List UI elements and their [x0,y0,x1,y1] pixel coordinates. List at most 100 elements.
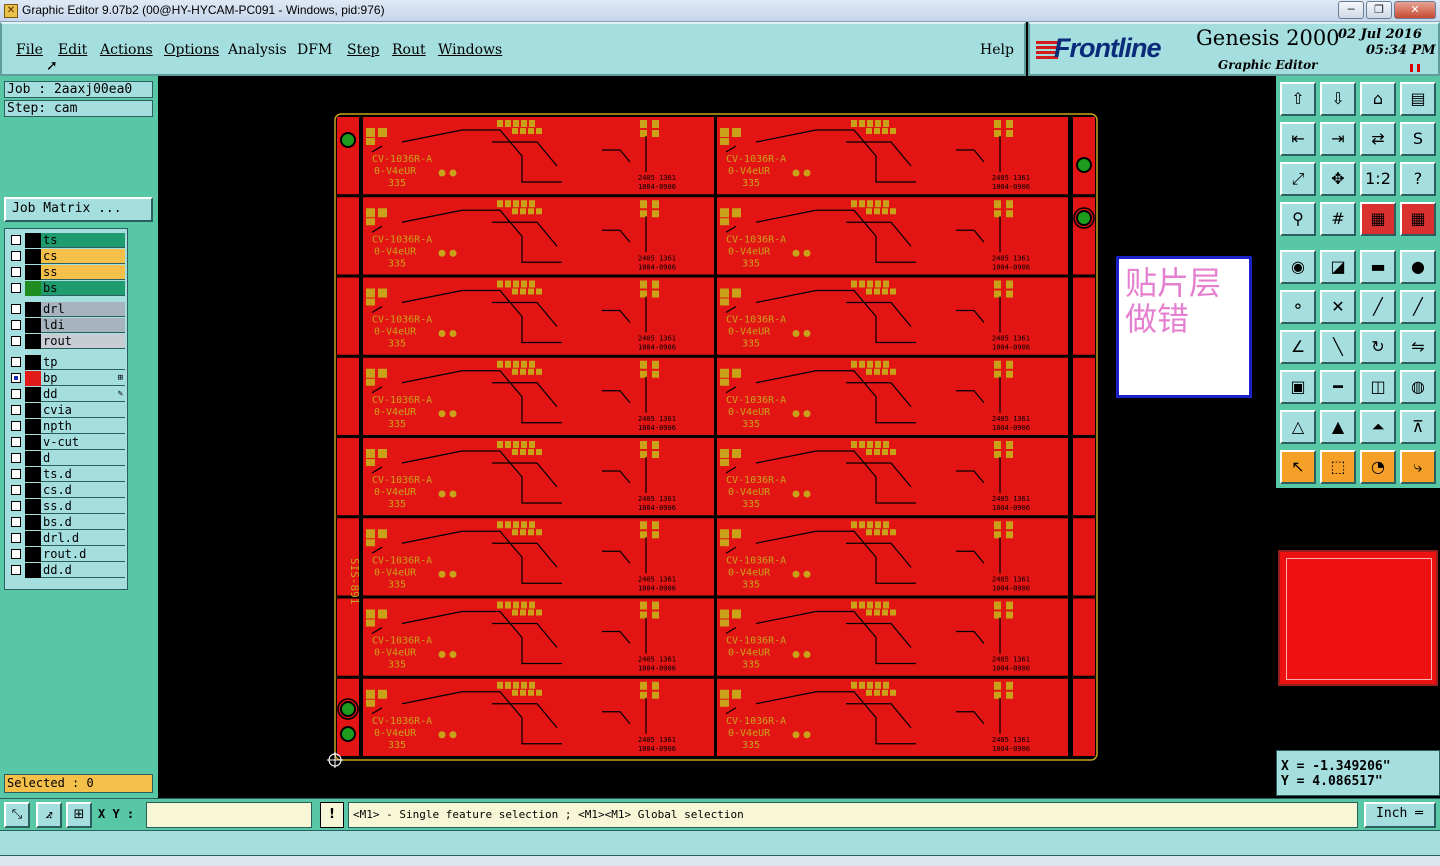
help-icon[interactable]: ? [1400,162,1436,196]
measure-icon[interactable]: ⚲ [1280,202,1316,236]
layer-name[interactable]: cvia [41,403,125,418]
layer-checkbox[interactable] [11,320,21,330]
menu-dfm[interactable]: DFM [297,42,332,58]
layer-name[interactable]: rout.d [41,547,125,562]
layer-checkbox[interactable] [11,251,21,261]
layer-name[interactable]: bs [41,281,125,296]
blob-icon[interactable]: ◍ [1400,370,1436,404]
layer-row-dd[interactable]: dd ✎ [7,387,125,402]
message-alert-icon[interactable]: ! [320,802,344,828]
layer-color-swatch[interactable] [25,563,41,578]
menu-file[interactable]: File [16,42,43,58]
zoom-box-icon[interactable]: ⤡ [4,802,30,828]
layer-name[interactable]: ldi [41,318,125,333]
layer-row-d[interactable]: d [7,451,125,466]
layer-name[interactable]: ts.d [41,467,125,482]
menu-rout[interactable]: Rout [392,42,426,58]
s-route-icon[interactable]: S [1400,122,1436,156]
layer-checkbox[interactable] [11,469,21,479]
layer-name[interactable]: cs [41,249,125,264]
line-bar-icon[interactable]: ━ [1320,370,1356,404]
cross-icon[interactable]: ✕ [1320,290,1356,324]
house-icon[interactable]: ⌂ [1360,82,1396,116]
zoom-center-icon[interactable]: ✥ [1320,162,1356,196]
menu-edit[interactable]: Edit [58,42,87,58]
layer-name[interactable]: drl [41,302,125,317]
layer-row-v-cut[interactable]: v-cut [7,435,125,450]
save-icon[interactable]: ⇩ [1320,82,1356,116]
layer-row-npth[interactable]: npth [7,419,125,434]
graphics-canvas[interactable]: SIS-891 CV-1036R-A 0-V4eUR 335 2405 1361 1004… [158,76,1276,798]
layer-name[interactable]: ts [41,233,125,248]
layer-checkbox[interactable] [11,565,21,575]
menu-analysis[interactable]: Analysis [228,42,287,58]
xy-input[interactable] [146,802,312,828]
layer-color-swatch[interactable] [25,483,41,498]
layer-row-ss[interactable]: ss [7,265,125,280]
tri-icon[interactable]: △ [1280,410,1316,444]
layer-row-bs.d[interactable]: bs.d [7,515,125,530]
grid-icon[interactable]: # [1320,202,1356,236]
layer-checkbox[interactable] [11,517,21,527]
box-center-icon[interactable]: ◫ [1360,370,1396,404]
fit-all-icon[interactable]: ⤢ [1280,162,1316,196]
layer-name[interactable]: bp ⊞ [41,371,125,386]
unit-selector[interactable]: Inch ═ [1364,802,1436,828]
tri3-icon[interactable]: ⏶ [1360,410,1396,444]
line-red2-icon[interactable]: ╱ [1400,290,1436,324]
layer-color-swatch[interactable] [25,302,41,317]
window-split-icon[interactable]: ▤ [1400,82,1436,116]
layer-row-dd.d[interactable]: dd.d [7,563,125,578]
layer-checkbox[interactable] [11,421,21,431]
snap-center-icon[interactable]: ◉ [1280,250,1316,284]
layer-color-swatch[interactable] [25,403,41,418]
layer-color-swatch[interactable] [25,435,41,450]
layer-row-ldi[interactable]: ldi [7,318,125,333]
layer-checkbox[interactable] [11,336,21,346]
layer-checkbox[interactable] [11,485,21,495]
layer-name[interactable]: drl.d [41,531,125,546]
ruler-icon[interactable]: ▬ [1360,250,1396,284]
layer-checkbox[interactable] [11,501,21,511]
layer-color-swatch[interactable] [25,515,41,530]
layer-color-swatch[interactable] [25,531,41,546]
mirror-icon[interactable]: ⇋ [1400,330,1436,364]
layer-color-swatch[interactable] [25,467,41,482]
layer-row-ss.d[interactable]: ss.d [7,499,125,514]
angle-icon[interactable]: ∠ [1280,330,1316,364]
layer-row-rout[interactable]: rout [7,334,125,349]
measure-line-icon[interactable]: ⦨ [36,802,62,828]
layer-checkbox[interactable] [11,304,21,314]
layer-color-swatch[interactable] [25,281,41,296]
layer-name[interactable]: dd ✎ [41,387,125,402]
layer-name[interactable]: d [41,451,125,466]
layer-checkbox[interactable] [11,533,21,543]
menu-actions[interactable]: Actions [100,42,153,58]
layer-row-cvia[interactable]: cvia [7,403,125,418]
layer-color-swatch[interactable] [25,265,41,280]
layer-color-swatch[interactable] [25,547,41,562]
layer-checkbox[interactable] [11,405,21,415]
layer-name[interactable]: bs.d [41,515,125,530]
layer-row-cs[interactable]: cs [7,249,125,264]
layer-name[interactable]: rout [41,334,125,349]
layer-row-ts.d[interactable]: ts.d [7,467,125,482]
layer-name[interactable]: cs.d [41,483,125,498]
menu-windows[interactable]: Windows [438,42,502,58]
layer-color-swatch[interactable] [25,371,41,386]
layer-row-drl.d[interactable]: drl.d [7,531,125,546]
layer-row-drl[interactable]: drl [7,302,125,317]
scale-1-2-icon[interactable]: 1:2 [1360,162,1396,196]
minimize-button[interactable]: ─ [1338,1,1364,19]
board-view[interactable]: SIS-891CV-1036R-A0-V4eUR335 2405 13611004… [158,76,1276,798]
home-up-icon[interactable]: ⇧ [1280,82,1316,116]
arrow-icon[interactable]: ↖ [1280,450,1316,484]
diag-icon[interactable]: ╲ [1320,330,1356,364]
box-arrow-icon[interactable]: ⬚ [1320,450,1356,484]
tri2-icon[interactable]: ▲ [1320,410,1356,444]
job-matrix-button[interactable]: Job Matrix ... [4,197,153,222]
layer-row-rout.d[interactable]: rout.d [7,547,125,562]
layer-row-bs[interactable]: bs [7,281,125,296]
rotate-icon[interactable]: ↻ [1360,330,1396,364]
layer-name[interactable]: tp [41,355,125,370]
